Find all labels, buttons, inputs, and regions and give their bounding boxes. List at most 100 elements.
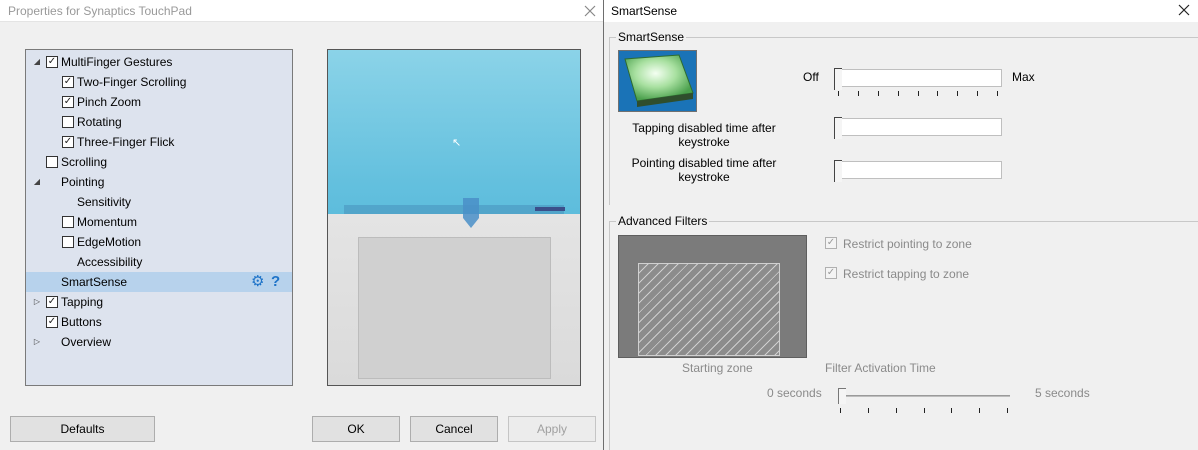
preview-strip: [344, 205, 564, 214]
restrict-pointing-label: Restrict pointing to zone: [843, 237, 972, 251]
title-bar: SmartSense: [604, 0, 1198, 22]
tree-item[interactable]: SmartSense ⚙?: [26, 272, 292, 292]
tree-item[interactable]: Accessibility: [26, 252, 292, 272]
tree-item[interactable]: ▷ Overview: [26, 332, 292, 352]
tree-checkbox[interactable]: ✓: [46, 296, 58, 308]
gear-icon[interactable]: ⚙: [251, 274, 264, 290]
tree-item[interactable]: ▷ ✓ Tapping: [26, 292, 292, 312]
tree-item[interactable]: Sensitivity: [26, 192, 292, 212]
tree-checkbox[interactable]: [46, 156, 58, 168]
tree-item-label: Two-Finger Scrolling: [77, 75, 187, 89]
touchpad-preview: ↖: [327, 49, 581, 386]
slider-thumb[interactable]: [834, 117, 842, 139]
tree-item[interactable]: Momentum: [26, 212, 292, 232]
tree-item-label: Pointing: [61, 175, 105, 189]
cursor-icon: ↖: [452, 137, 462, 149]
tree-item-label: Rotating: [77, 115, 122, 129]
tree-checkbox[interactable]: ✓: [46, 56, 58, 68]
restrict-tapping-checkbox[interactable]: ✓: [825, 267, 837, 279]
ok-button[interactable]: OK: [312, 416, 400, 442]
settings-tree: ◢ ✓ MultiFinger Gestures ✓ Two-Finger Scroll…: [25, 49, 293, 386]
tick-mark: [868, 408, 869, 413]
slider-thumb[interactable]: [834, 160, 842, 182]
min-seconds-label: 0 seconds: [767, 386, 822, 400]
tree-checkbox[interactable]: ✓: [62, 76, 74, 88]
tapping-disabled-label: Tapping disabled time after keystroke: [632, 121, 776, 149]
finger-marker-icon: [463, 198, 479, 228]
tick-mark: [957, 91, 958, 96]
tree-item-label: Sensitivity: [77, 195, 132, 209]
tick-mark: [1007, 408, 1008, 413]
tree-checkbox[interactable]: [62, 116, 74, 128]
cancel-button[interactable]: Cancel: [410, 416, 498, 442]
pointing-disabled-label: Pointing disabled time after keystroke: [631, 156, 777, 184]
slider-thumb[interactable]: [834, 68, 842, 90]
tick-mark: [937, 91, 938, 96]
tick-mark: [840, 408, 841, 413]
tree-item[interactable]: ✓ Buttons: [26, 312, 292, 332]
tree-item-label: EdgeMotion: [77, 235, 142, 249]
zone-editor[interactable]: [618, 235, 807, 358]
tick-mark: [997, 91, 998, 96]
tree-item[interactable]: Scrolling: [26, 152, 292, 172]
tree-item[interactable]: ✓ Two-Finger Scrolling: [26, 72, 292, 92]
preview-bar: [535, 207, 565, 211]
restrict-pointing-checkbox[interactable]: ✓: [825, 237, 837, 249]
slider-ticks: [838, 91, 998, 97]
tree-checkbox[interactable]: [62, 236, 74, 248]
tree-item-label: Pinch Zoom: [77, 95, 142, 109]
defaults-button[interactable]: Defaults: [10, 416, 155, 442]
tree-item[interactable]: EdgeMotion: [26, 232, 292, 252]
tick-mark: [878, 91, 879, 96]
tick-mark: [979, 408, 980, 413]
tick-mark: [838, 91, 839, 96]
tree-item[interactable]: Rotating: [26, 112, 292, 132]
tree-item-label: MultiFinger Gestures: [61, 55, 173, 69]
tapping-disabled-slider[interactable]: [834, 118, 1002, 136]
expand-open-icon[interactable]: ◢: [32, 52, 42, 72]
title-bar: Properties for Synaptics TouchPad: [0, 0, 603, 22]
filter-activation-slider[interactable]: [838, 395, 1010, 397]
tree-checkbox[interactable]: [62, 216, 74, 228]
tree-item-label: Tapping: [61, 295, 104, 309]
tree-item-label: Three-Finger Flick: [77, 135, 175, 149]
tree-item-label: Buttons: [61, 315, 102, 329]
tree-checkbox[interactable]: ✓: [46, 316, 58, 328]
tick-mark: [918, 91, 919, 96]
apply-button[interactable]: Apply: [508, 416, 596, 442]
tree-item-label: Accessibility: [77, 255, 143, 269]
restrict-tapping-label: Restrict tapping to zone: [843, 267, 970, 281]
tree-checkbox[interactable]: ✓: [62, 136, 74, 148]
window-title: SmartSense: [611, 4, 678, 18]
sensitivity-slider[interactable]: [834, 69, 1002, 87]
tree-item[interactable]: ◢ ✓ MultiFinger Gestures: [26, 52, 292, 72]
close-icon[interactable]: [580, 1, 600, 21]
tick-mark: [951, 408, 952, 413]
tree-item[interactable]: ✓ Pinch Zoom: [26, 92, 292, 112]
tree-checkbox[interactable]: ✓: [62, 96, 74, 108]
tree-item[interactable]: ✓ Three-Finger Flick: [26, 132, 292, 152]
expand-closed-icon[interactable]: ▷: [32, 292, 42, 312]
tree-item-label: Momentum: [77, 215, 138, 229]
expand-open-icon[interactable]: ◢: [32, 172, 42, 192]
tree-item-label: Scrolling: [61, 155, 108, 169]
group-legend: Advanced Filters: [616, 214, 710, 228]
group-legend: SmartSense: [616, 30, 687, 44]
filter-activation-label: Filter Activation Time: [825, 361, 936, 375]
preview-touchpad: [358, 237, 551, 379]
tick-mark: [924, 408, 925, 413]
slider-thumb[interactable]: [838, 388, 846, 404]
max-label: Max: [1012, 70, 1035, 84]
starting-zone-area[interactable]: [638, 263, 780, 356]
help-icon[interactable]: ?: [271, 272, 280, 292]
tree-item-label: SmartSense: [61, 275, 128, 289]
close-icon[interactable]: [1174, 0, 1194, 20]
window-title: Properties for Synaptics TouchPad: [8, 4, 192, 18]
tree-item[interactable]: ◢ Pointing: [26, 172, 292, 192]
starting-zone-label: Starting zone: [682, 361, 753, 375]
smartsense-icon: [618, 50, 697, 112]
pointing-disabled-slider[interactable]: [834, 161, 1002, 179]
expand-closed-icon[interactable]: ▷: [32, 332, 42, 352]
tick-mark: [898, 91, 899, 96]
max-seconds-label: 5 seconds: [1035, 386, 1090, 400]
